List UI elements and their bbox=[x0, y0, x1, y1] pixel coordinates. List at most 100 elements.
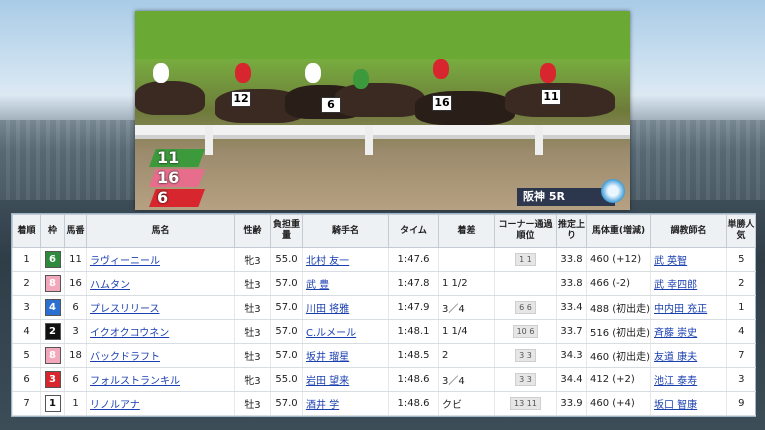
trainer-link[interactable]: 武 幸四郎 bbox=[654, 280, 697, 291]
time-cell: 1:47.6 bbox=[388, 247, 439, 272]
weight-cell: 57.0 bbox=[270, 391, 303, 416]
sex-age-cell: 牡3 bbox=[234, 391, 271, 416]
popularity-cell: 9 bbox=[726, 391, 756, 416]
jockey-link[interactable]: 坂井 瑠星 bbox=[306, 352, 349, 363]
body-weight-cell: 412 (+2) bbox=[586, 367, 651, 392]
waku-cell: 4 bbox=[40, 295, 65, 320]
horse-link[interactable]: バックドラフト bbox=[90, 352, 160, 363]
number-cell: 6 bbox=[64, 295, 87, 320]
jockey-link[interactable]: 岩田 望来 bbox=[306, 376, 349, 387]
waku-badge: 1 bbox=[44, 395, 61, 412]
horse-link[interactable]: ラヴィーニール bbox=[90, 256, 160, 267]
jockey-link[interactable]: C.ルメール bbox=[306, 328, 356, 339]
table-row: 5 8 18 バックドラフト 牡3 57.0 坂井 瑠星 1:48.5 2 3 3 34.3 460 … bbox=[12, 343, 756, 368]
trainer-link[interactable]: 武 英智 bbox=[654, 256, 687, 267]
number-cell: 18 bbox=[64, 343, 87, 368]
trainer-cell: 坂口 智康 bbox=[650, 391, 727, 416]
saddle-cloth: 6 bbox=[321, 97, 341, 113]
horse-cell: バックドラフト bbox=[86, 343, 235, 368]
jockey-cell: 川田 将雅 bbox=[302, 295, 389, 320]
horse-link[interactable]: ハムタン bbox=[90, 280, 130, 291]
corner-cell bbox=[494, 271, 557, 296]
horse-cell: リノルアナ bbox=[86, 391, 235, 416]
trainer-link[interactable]: 坂口 智康 bbox=[654, 400, 697, 411]
horse-link[interactable]: プレスリリース bbox=[90, 304, 160, 315]
rank-cell: 4 bbox=[12, 319, 41, 344]
waku-cell: 3 bbox=[40, 367, 65, 392]
popularity-cell: 5 bbox=[726, 247, 756, 272]
rank-cell: 7 bbox=[12, 391, 41, 416]
rank-cell: 1 bbox=[12, 247, 41, 272]
header-time: タイム bbox=[388, 214, 439, 248]
horse-link[interactable]: フォルストランキル bbox=[90, 376, 180, 387]
horse-cell: フォルストランキル bbox=[86, 367, 235, 392]
last-cell: 33.7 bbox=[556, 319, 587, 344]
jockey-link[interactable]: 川田 将雅 bbox=[306, 304, 349, 315]
corner-cell: 3 3 bbox=[494, 343, 557, 368]
time-cell: 1:47.8 bbox=[388, 271, 439, 296]
trainer-cell: 武 英智 bbox=[650, 247, 727, 272]
jockey bbox=[153, 63, 169, 83]
corner-cell: 13 11 bbox=[494, 391, 557, 416]
jockey-link[interactable]: 武 豊 bbox=[306, 280, 329, 291]
header-popularity: 単勝人気 bbox=[726, 214, 756, 248]
time-cell: 1:47.9 bbox=[388, 295, 439, 320]
weight-cell: 57.0 bbox=[270, 319, 303, 344]
margin-cell: クビ bbox=[438, 391, 495, 416]
weight-cell: 57.0 bbox=[270, 295, 303, 320]
header-body-weight: 馬体重(増減) bbox=[586, 214, 651, 248]
corner-badge: 13 11 bbox=[510, 397, 541, 410]
trainer-link[interactable]: 中内田 充正 bbox=[654, 304, 707, 315]
trainer-cell: 友道 康夫 bbox=[650, 343, 727, 368]
jockey-cell: 岩田 望来 bbox=[302, 367, 389, 392]
margin-cell: 1 1/2 bbox=[438, 271, 495, 296]
trainer-cell: 池江 泰寿 bbox=[650, 367, 727, 392]
popularity-cell: 3 bbox=[726, 367, 756, 392]
trainer-link[interactable]: 友道 康夫 bbox=[654, 352, 697, 363]
sex-age-cell: 牡3 bbox=[234, 319, 271, 344]
horse-link[interactable]: イクオクコウネン bbox=[90, 328, 169, 339]
margin-cell: 3／4 bbox=[438, 295, 495, 320]
horse bbox=[335, 83, 425, 117]
sex-age-cell: 牡3 bbox=[234, 295, 271, 320]
header-sex-age: 性齢 bbox=[234, 214, 271, 248]
infield-grass bbox=[135, 11, 630, 59]
rank-cell: 2 bbox=[12, 271, 41, 296]
header-rank: 着順 bbox=[12, 214, 41, 248]
trainer-link[interactable]: 池江 泰寿 bbox=[654, 376, 697, 387]
body-weight-cell: 516 (初出走) bbox=[586, 319, 651, 344]
waku-badge: 8 bbox=[44, 347, 61, 364]
trainer-link[interactable]: 斉藤 崇史 bbox=[654, 328, 697, 339]
sex-age-cell: 牝3 bbox=[234, 247, 271, 272]
jockey bbox=[433, 59, 449, 79]
weight-cell: 57.0 bbox=[270, 271, 303, 296]
last-cell: 33.4 bbox=[556, 295, 587, 320]
popularity-cell: 2 bbox=[726, 271, 756, 296]
sex-age-cell: 牡3 bbox=[234, 271, 271, 296]
horse bbox=[415, 91, 515, 125]
body-weight-cell: 488 (初出走) bbox=[586, 295, 651, 320]
table-row: 4 2 3 イクオクコウネン 牡3 57.0 C.ルメール 1:48.1 1 1/4 10 6 33… bbox=[12, 319, 756, 344]
header-weight: 負担重量 bbox=[270, 214, 303, 248]
last-cell: 34.4 bbox=[556, 367, 587, 392]
popularity-cell: 7 bbox=[726, 343, 756, 368]
jockey-link[interactable]: 北村 友一 bbox=[306, 256, 349, 267]
header-horse: 馬名 bbox=[86, 214, 235, 248]
number-cell: 1 bbox=[64, 391, 87, 416]
waku-cell: 2 bbox=[40, 319, 65, 344]
body-weight-cell: 460 (+12) bbox=[586, 247, 651, 272]
number-cell: 16 bbox=[64, 271, 87, 296]
corner-cell: 6 6 bbox=[494, 295, 557, 320]
race-video[interactable]: 12 6 16 11 11 16 6 阪神 5R bbox=[135, 11, 630, 210]
header-trainer: 調教師名 bbox=[650, 214, 727, 248]
position-tag-1: 11 bbox=[149, 149, 205, 167]
body-weight-cell: 466 (-2) bbox=[586, 271, 651, 296]
table-row: 6 3 6 フォルストランキル 牝3 55.0 岩田 望来 1:48.6 3／4 3 3 34.4 4… bbox=[12, 367, 756, 392]
horse-link[interactable]: リノルアナ bbox=[90, 400, 140, 411]
trainer-cell: 武 幸四郎 bbox=[650, 271, 727, 296]
margin-cell bbox=[438, 247, 495, 272]
weight-cell: 57.0 bbox=[270, 343, 303, 368]
waku-badge: 3 bbox=[44, 371, 61, 388]
jockey-link[interactable]: 酒井 学 bbox=[306, 400, 339, 411]
horse-cell: プレスリリース bbox=[86, 295, 235, 320]
